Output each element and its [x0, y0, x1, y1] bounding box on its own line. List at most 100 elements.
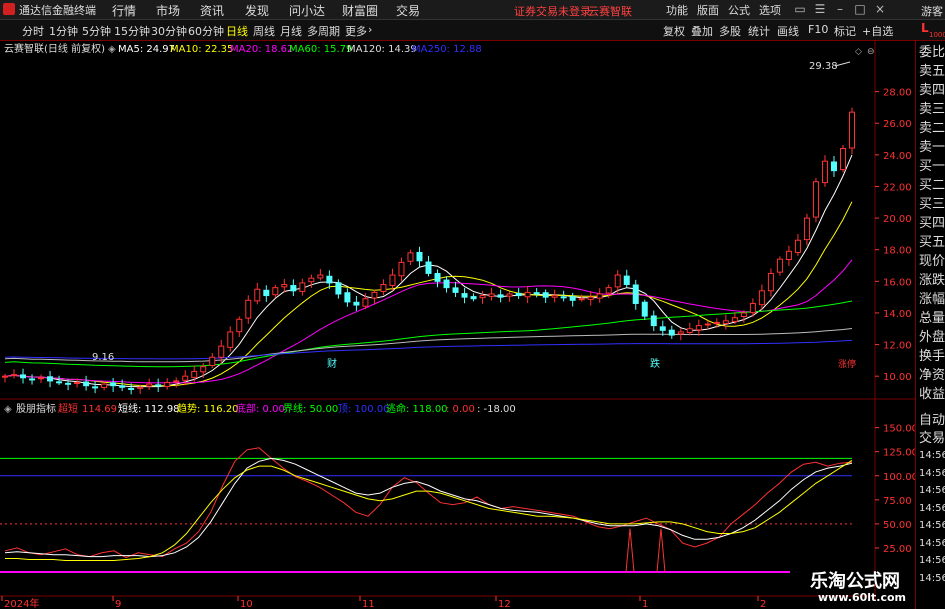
tool-rights[interactable]: 复权: [663, 23, 685, 39]
tool-draw[interactable]: 画线: [777, 23, 799, 39]
diamond-icon[interactable]: ◇: [855, 47, 862, 57]
time-tick-label: 11: [362, 599, 375, 609]
high-price-label: 29.38: [809, 61, 838, 72]
period-weekly[interactable]: 周线: [253, 23, 275, 39]
quote-field-label: 现价: [919, 254, 945, 269]
candle-body: [749, 302, 756, 314]
candle-body: [461, 293, 468, 298]
signal-spike: [625, 528, 635, 573]
user-label[interactable]: 游客: [921, 3, 943, 19]
period-more[interactable]: 更多: [345, 23, 367, 39]
chevron-right-icon[interactable]: ›: [368, 23, 372, 36]
candle-body: [272, 287, 279, 296]
stock-name: 云赛智联(日线 前复权): [4, 42, 105, 55]
candle-body: [146, 383, 153, 387]
time-tick-label: 1: [642, 599, 648, 609]
candle-body: [227, 331, 234, 348]
candle-body: [758, 290, 765, 306]
period-60min[interactable]: 60分钟: [188, 23, 224, 39]
price-axis: 28.00 26.00 24.00 22.00 20.00 18.00 16.00 14.00…: [875, 88, 912, 383]
period-5min[interactable]: 5分钟: [82, 23, 111, 39]
drop-marker[interactable]: 跌: [650, 357, 660, 370]
menu-options[interactable]: 选项: [759, 2, 781, 18]
candle-body: [263, 289, 270, 297]
candle-body: [434, 273, 441, 282]
candle-body: [371, 291, 378, 299]
auto-trade-label[interactable]: 交易: [919, 430, 945, 447]
period-15min[interactable]: 15分钟: [114, 23, 150, 39]
quote-field-label: 卖一: [919, 140, 945, 155]
ma-line: [4, 339, 853, 360]
tool-stats[interactable]: 统计: [748, 23, 770, 39]
chart-area[interactable]: 云赛智联(日线 前复权) ◈ MA5: 24.97 MA10: 22.35 MA…: [0, 40, 915, 609]
tool-overlay[interactable]: 叠加: [691, 23, 713, 39]
candle-body: [83, 381, 90, 387]
candle-body: [659, 326, 666, 331]
maximize-icon[interactable]: □: [852, 1, 868, 17]
finance-marker[interactable]: 财: [327, 357, 337, 370]
price-tick-label: 12.00: [883, 341, 912, 352]
candle-body: [695, 325, 702, 331]
candle-body: [281, 283, 288, 288]
indicator-v1: : 0.00: [446, 404, 475, 415]
app-logo-icon: [3, 3, 15, 15]
menu-trade[interactable]: 交易: [396, 2, 420, 19]
period-daily[interactable]: 日线: [226, 23, 248, 39]
menu-layout[interactable]: 版面: [697, 2, 719, 18]
candle-body: [614, 274, 621, 288]
menu-market[interactable]: 市场: [156, 2, 180, 19]
period-30min[interactable]: 30分钟: [151, 23, 187, 39]
time-tick-label: 10: [240, 599, 253, 609]
tool-f10[interactable]: F10: [808, 23, 828, 36]
auto-trade-label[interactable]: 自动: [919, 412, 945, 429]
menu-ask[interactable]: 问小达: [289, 2, 325, 19]
indicator-v2: : -18.00: [477, 404, 516, 415]
candle-body: [641, 301, 648, 317]
candle-body: [821, 160, 828, 184]
tool-multi-stock[interactable]: 多股: [719, 23, 741, 39]
settings-icon[interactable]: ☰: [812, 1, 828, 17]
period-tick[interactable]: 分时: [22, 23, 44, 39]
period-monthly[interactable]: 月线: [280, 23, 302, 39]
indicator-axis: 150.00 125.00 100.00 75.00 50.00 25.00: [0, 424, 915, 573]
indicator-toggle-icon[interactable]: ◈: [4, 404, 12, 415]
candle-body: [209, 356, 216, 366]
candle-body: [623, 275, 630, 285]
level-sub: 1000: [929, 31, 945, 39]
ma-toggle-icon[interactable]: ◈: [108, 44, 116, 55]
menu-wealth[interactable]: 财富圈: [342, 2, 378, 19]
menu-discover[interactable]: 发现: [245, 2, 269, 19]
tool-mark[interactable]: 标记: [834, 23, 856, 39]
limit-up-marker[interactable]: 涨停: [838, 358, 856, 370]
ma120-label: MA120: 14.39: [347, 44, 417, 55]
candle-body: [290, 285, 297, 292]
candle-body: [20, 374, 27, 379]
tool-add-watchlist[interactable]: +自选: [862, 23, 893, 39]
login-notice[interactable]: 证券交易未登录: [514, 3, 591, 19]
time-tick-label: 2: [760, 599, 766, 609]
app-title: 通达信金融终端: [19, 4, 96, 17]
indicator-tick-label: 25.00: [883, 544, 912, 555]
candle-body: [308, 277, 315, 283]
candle-body: [713, 321, 720, 324]
watermark-text: 乐淘公式网: [810, 571, 900, 592]
candle-body: [785, 250, 792, 261]
menu-function[interactable]: 功能: [666, 2, 688, 18]
brand-label: 云赛智联: [588, 5, 632, 18]
quote-field-label: 净资: [919, 368, 945, 383]
menu-formula[interactable]: 公式: [728, 2, 750, 18]
close-icon[interactable]: ×: [872, 1, 888, 17]
ma250-label: MA250: 12.88: [412, 44, 482, 55]
candle-body: [668, 329, 675, 336]
indicator-tick-label: 125.00: [883, 448, 915, 459]
tick-time-label: 14:56: [919, 555, 945, 566]
menu-news[interactable]: 资讯: [200, 2, 224, 19]
period-1min[interactable]: 1分钟: [49, 23, 78, 39]
monitor-icon[interactable]: ▭: [792, 1, 808, 17]
menu-quotes[interactable]: 行情: [112, 2, 136, 19]
zoom-icon[interactable]: ⊖: [867, 47, 875, 57]
minimize-icon[interactable]: –: [832, 1, 848, 17]
period-multi[interactable]: 多周期: [307, 23, 340, 39]
candle-body: [524, 291, 531, 298]
indicator-chaobuy-label: 超短: [58, 402, 78, 415]
